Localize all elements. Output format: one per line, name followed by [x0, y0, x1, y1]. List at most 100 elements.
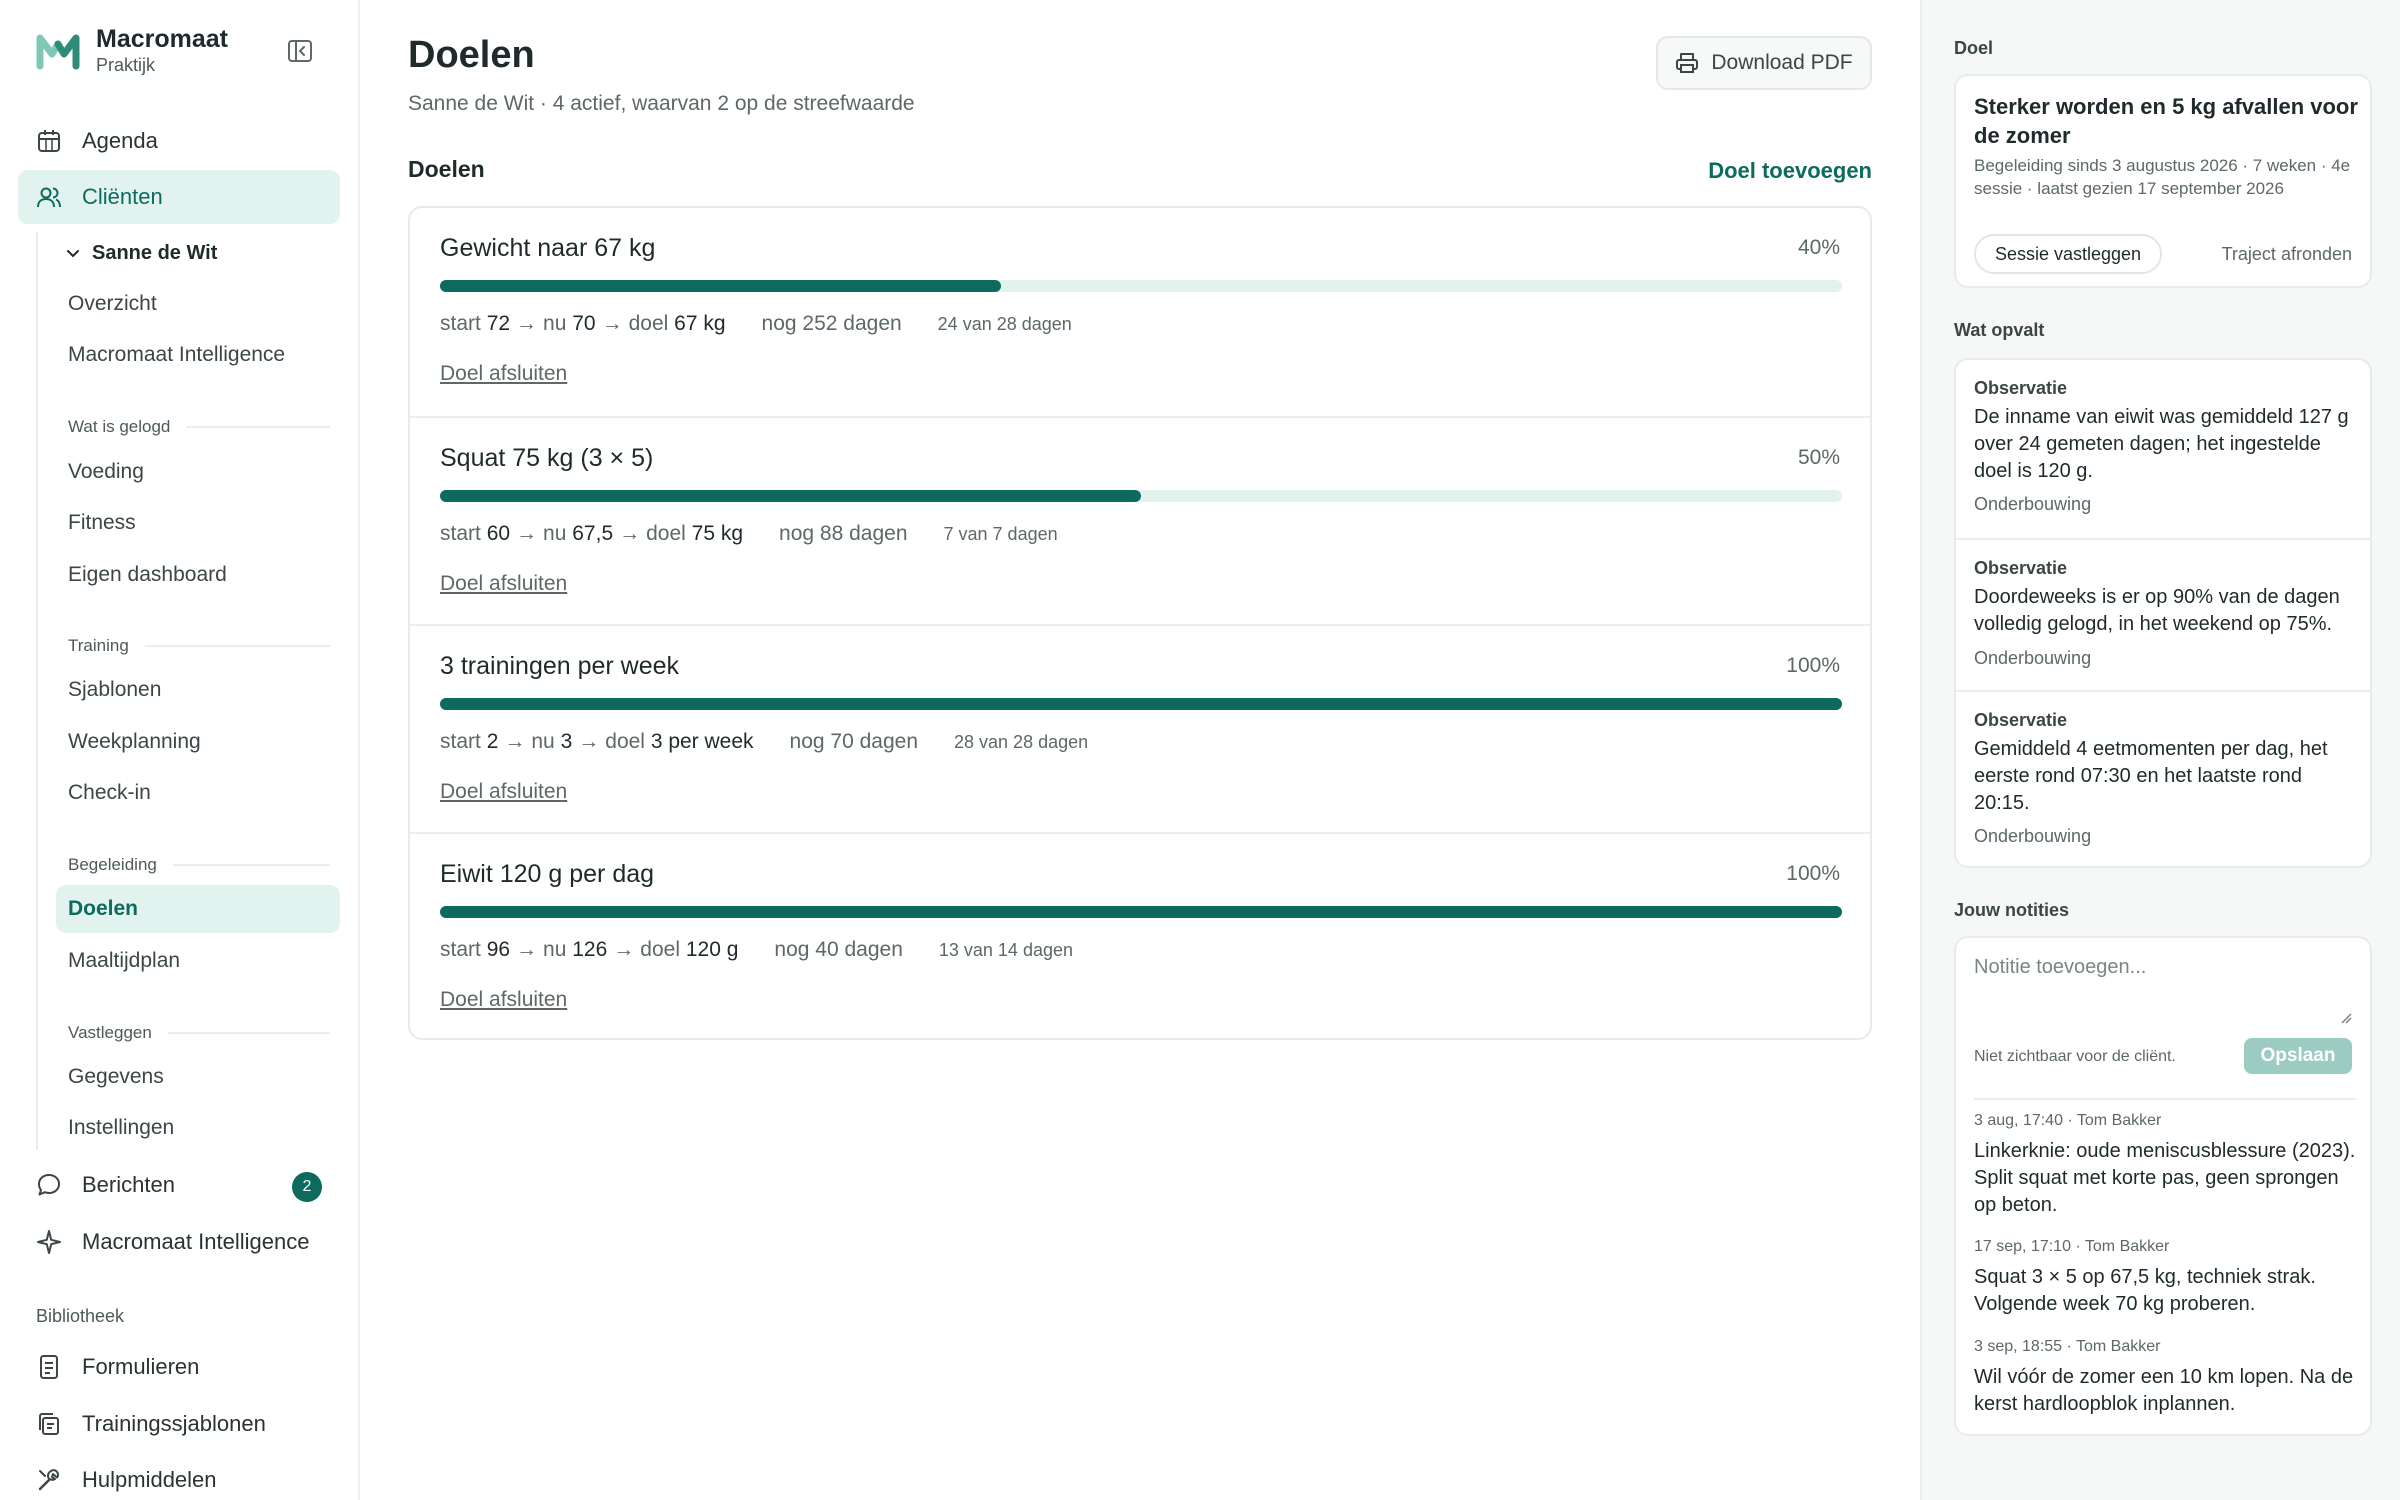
sub-item-gegevens[interactable]: Gegevens — [56, 1053, 340, 1101]
days-remaining: nog 40 dagen — [774, 938, 903, 961]
page-title: Doelen — [408, 34, 535, 76]
observation-text: Gemiddeld 4 eetmomenten per dag, het eer… — [1974, 738, 2328, 814]
goal-row: 3 trainingen per week 100% start 2 → nu 3 → do… — [410, 624, 1870, 832]
nav-hulpmiddelen[interactable]: Hulpmiddelen — [18, 1453, 340, 1500]
note-meta: 3 sep, 18:55 · Tom Bakker — [1974, 1338, 2161, 1355]
note-visibility-hint: Niet zichtbaar voor de cliënt. — [1974, 1048, 2176, 1065]
collapse-sidebar-button[interactable] — [286, 38, 314, 64]
divider — [1974, 1098, 2356, 1100]
page-subtitle: Sanne de Wit · 4 actief, waarvan 2 op de… — [408, 92, 915, 115]
start-label: start — [440, 522, 481, 545]
goal-values: start 2 → nu 3 → doel 3 per week nog 70 dagen… — [440, 730, 1088, 754]
record-session-button[interactable]: Sessie vastleggen — [1974, 234, 2162, 274]
nav-trainingssjablonen[interactable]: Trainingssjablonen — [18, 1397, 340, 1451]
sub-item-maaltijdplan[interactable]: Maaltijdplan — [56, 937, 340, 985]
observation-label: Observatie — [1974, 710, 2068, 730]
close-goal-link[interactable]: Doel afsluiten — [440, 988, 567, 1012]
goal-progress-bar — [440, 490, 1842, 502]
sub-item-fitness[interactable]: Fitness — [56, 499, 340, 547]
goals-section-title: Doelen — [408, 156, 485, 182]
observation-label: Observatie — [1974, 378, 2068, 398]
nav-berichten[interactable]: Berichten 2 — [18, 1158, 340, 1212]
now-value: 70 — [572, 312, 596, 335]
start-label: start — [440, 938, 481, 961]
observation-evidence-link[interactable]: Onderbouwing — [1974, 648, 2091, 669]
nav-berichten-label: Berichten — [82, 1172, 175, 1197]
nav-clients[interactable]: Cliënten — [18, 170, 340, 224]
close-goal-link[interactable]: Doel afsluiten — [440, 572, 567, 596]
logged-days-count: 7 van 7 dagen — [943, 524, 1058, 544]
finish-trajectory-button[interactable]: Traject afronden — [2222, 244, 2352, 265]
arrow-right-icon: → — [516, 522, 538, 545]
brand[interactable]: Macromaat Praktijk — [36, 24, 228, 76]
goal-name: Squat 75 kg (3 × 5) — [440, 444, 654, 472]
download-pdf-button[interactable]: Download PDF — [1656, 36, 1872, 90]
logged-days-count: 13 van 14 dagen — [938, 940, 1073, 960]
target-value: 67 kg — [674, 312, 726, 335]
nav-formulieren-label: Formulieren — [82, 1354, 200, 1379]
goal-name: Eiwit 120 g per dag — [440, 860, 655, 888]
sub-item-instellingen[interactable]: Instellingen — [56, 1104, 340, 1152]
sub-item-weekplanning[interactable]: Weekplanning — [56, 718, 340, 766]
section-begeleiding: Begeleiding — [68, 855, 330, 875]
goal-progress-fill — [440, 906, 1842, 918]
sub-item-sjablonen[interactable]: Sjablonen — [56, 666, 340, 714]
target-value: 75 kg — [691, 522, 744, 545]
notes-card: Niet zichtbaar voor de cliënt. Opslaan 3… — [1954, 936, 2372, 1436]
sidebar: Macromaat Praktijk Agenda Cliënten Sanne… — [0, 0, 360, 1500]
now-label: nu — [543, 312, 567, 335]
goal-progress-bar — [440, 906, 1842, 918]
section-label: Vastleggen — [68, 1023, 152, 1042]
now-value: 67,5 — [572, 522, 614, 545]
unread-count-badge: 2 — [292, 1172, 322, 1202]
add-goal-button[interactable]: Doel toevoegen — [1708, 158, 1872, 184]
goal-percent: 50% — [1797, 446, 1840, 469]
sub-item-check-in[interactable]: Check-in — [56, 769, 340, 817]
observation-evidence-link[interactable]: Onderbouwing — [1974, 826, 2091, 847]
note-text: Wil vóór de zomer een 10 km lopen. Na de… — [1974, 1366, 2354, 1415]
sub-item-eigen-dashboard[interactable]: Eigen dashboard — [56, 551, 340, 599]
observation-evidence-link[interactable]: Onderbouwing — [1974, 494, 2091, 515]
client-toggle[interactable]: Sanne de Wit — [64, 238, 217, 268]
note-meta: 17 sep, 17:10 · Tom Bakker — [1974, 1238, 2170, 1255]
now-value: 126 — [572, 938, 608, 961]
section-vastleggen: Vastleggen — [68, 1023, 330, 1043]
sub-item-intelligence[interactable]: Macromaat Intelligence — [56, 331, 340, 379]
goal-percent: 100% — [1786, 862, 1840, 885]
save-note-button[interactable]: Opslaan — [2244, 1038, 2352, 1074]
start-value: 72 — [486, 312, 511, 335]
close-goal-link[interactable]: Doel afsluiten — [440, 362, 567, 386]
sub-item-doelen[interactable]: Doelen — [56, 885, 340, 933]
start-value: 2 — [486, 730, 499, 753]
goal-percent: 40% — [1797, 236, 1840, 259]
nav-agenda[interactable]: Agenda — [18, 114, 340, 168]
start-label: start — [440, 312, 481, 335]
message-icon — [38, 1174, 60, 1196]
arrow-right-icon: → — [601, 312, 623, 335]
observation-item: Observatie Doordeweeks is er op 90% van … — [1956, 538, 2370, 690]
observation-text: De inname van eiwit was gemiddeld 127 g … — [1974, 406, 2349, 482]
nav-formulieren[interactable]: Formulieren — [18, 1340, 340, 1394]
nav-intelligence[interactable]: Macromaat Intelligence — [18, 1215, 340, 1269]
goal-summary-info: Begeleiding sinds 3 augustus 2026 · 7 we… — [1974, 156, 2351, 198]
brand-name: Macromaat — [96, 25, 228, 53]
close-goal-link[interactable]: Doel afsluiten — [440, 780, 567, 804]
sub-item-voeding[interactable]: Voeding — [56, 448, 340, 496]
note-input[interactable] — [1974, 956, 2356, 1016]
target-value: 3 per week — [650, 730, 754, 753]
goal-row: Gewicht naar 67 kg 40% start 72 → nu 70 → doel… — [410, 208, 1870, 416]
resize-grip-icon[interactable] — [2340, 1012, 2352, 1024]
arrow-right-icon: → — [578, 730, 600, 753]
goal-values: start 96 → nu 126 → doel 120 g nog 40 dagen 13… — [440, 938, 1073, 962]
observations-label: Wat opvalt — [1954, 320, 2045, 340]
note-text: Squat 3 × 5 op 67,5 kg, techniek strak. … — [1974, 1266, 2316, 1315]
days-remaining: nog 88 dagen — [779, 522, 908, 545]
sub-item-overzicht[interactable]: Overzicht — [56, 280, 340, 328]
observation-item: Observatie De inname van eiwit was gemid… — [1956, 360, 2370, 538]
client-subtree-line — [36, 232, 38, 1150]
observation-text: Doordeweeks is er op 90% van de dagen vo… — [1974, 586, 2340, 635]
arrow-right-icon: → — [619, 522, 641, 545]
observation-label: Observatie — [1974, 558, 2068, 578]
section-training: Training — [68, 636, 330, 656]
observation-item: Observatie Gemiddeld 4 eetmomenten per d… — [1956, 690, 2370, 868]
